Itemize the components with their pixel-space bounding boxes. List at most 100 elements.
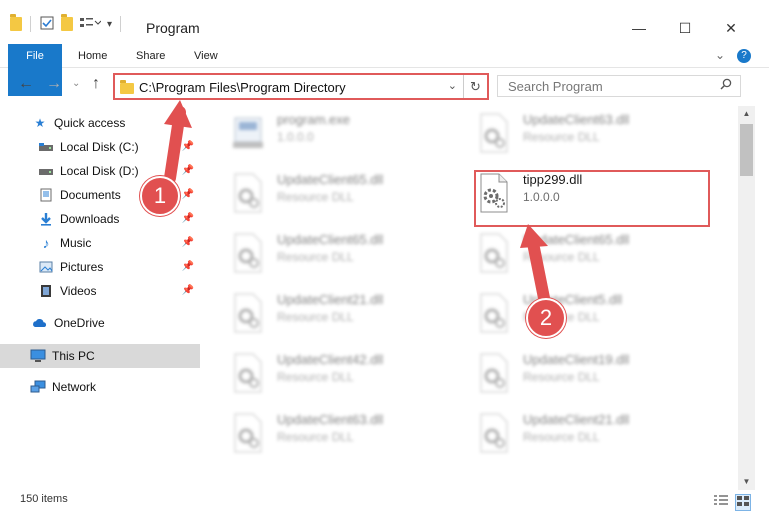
pin-icon[interactable]: 📌 xyxy=(182,285,194,296)
videos-icon xyxy=(38,284,54,298)
address-dropdown-icon[interactable]: ⌄ xyxy=(448,79,457,92)
sidebar-item-pictures[interactable]: Pictures 📌 xyxy=(0,256,200,278)
file-name: program.exe xyxy=(277,112,350,127)
scroll-up-icon[interactable]: ▲ xyxy=(738,106,755,122)
status-bar: 150 items xyxy=(0,490,769,512)
vertical-scrollbar[interactable]: ▲ ▼ xyxy=(738,106,755,490)
file-item[interactable]: program.exe 1.0.0.0 xyxy=(231,106,461,158)
maximize-button[interactable]: ☐ xyxy=(662,16,708,40)
recent-locations-button[interactable]: ⌄ xyxy=(72,78,80,89)
sidebar-item-label: This PC xyxy=(52,349,95,363)
view-toggles xyxy=(713,494,751,511)
exe-file-icon xyxy=(231,112,267,156)
downloads-icon xyxy=(38,212,54,226)
file-subtitle: Resource DLL xyxy=(523,250,600,264)
dll-file-icon xyxy=(231,232,267,276)
up-button[interactable]: ↑ xyxy=(92,75,100,93)
help-icon[interactable]: ? xyxy=(737,49,751,63)
quick-access-toolbar: ▾ xyxy=(10,14,123,34)
cloud-icon xyxy=(32,316,48,330)
computer-icon xyxy=(30,349,46,363)
dll-file-icon xyxy=(231,172,267,216)
step-2-badge: 2 xyxy=(526,298,566,338)
pin-icon[interactable]: 📌 xyxy=(182,189,194,200)
customize-toolbar-icon[interactable] xyxy=(79,15,102,34)
file-item[interactable]: UpdateClient63.dll Resource DLL xyxy=(477,106,707,158)
pin-icon[interactable]: 📌 xyxy=(182,141,194,152)
tab-share[interactable]: Share xyxy=(124,44,177,68)
pin-icon[interactable]: 📌 xyxy=(182,261,194,272)
file-subtitle: Resource DLL xyxy=(277,310,354,324)
sidebar-item-quick-access[interactable]: ★ Quick access xyxy=(0,112,200,134)
large-icons-view-icon[interactable] xyxy=(735,494,751,511)
file-item[interactable]: UpdateClient65.dll Resource DLL xyxy=(477,226,707,278)
sidebar-item-this-pc[interactable]: This PC xyxy=(0,344,200,368)
sidebar-item-onedrive[interactable]: OneDrive xyxy=(0,312,200,334)
dll-file-icon xyxy=(477,232,513,276)
file-subtitle: Resource DLL xyxy=(523,370,600,384)
file-item[interactable]: UpdateClient42.dll Resource DLL xyxy=(231,346,461,398)
toolbar-dropdown-icon[interactable]: ▾ xyxy=(107,19,112,30)
sidebar-item-music[interactable]: ♪ Music 📌 xyxy=(0,232,200,254)
pin-icon[interactable]: 📌 xyxy=(182,165,194,176)
sidebar-item-label: Pictures xyxy=(60,260,104,274)
file-name: UpdateClient63.dll xyxy=(277,412,384,427)
navigation-bar: ← → ⌄ ↑ C:\Program Files\Program Directo… xyxy=(0,70,769,102)
title-bar: ▾ Program — ☐ ✕ xyxy=(0,0,769,40)
tab-view[interactable]: View xyxy=(182,44,230,68)
file-name: UpdateClient65.dll xyxy=(523,232,630,247)
tab-home[interactable]: Home xyxy=(66,44,119,68)
file-subtitle: Resource DLL xyxy=(523,430,600,444)
sidebar-item-label: Downloads xyxy=(60,212,120,226)
sidebar-item-label: Quick access xyxy=(54,116,126,130)
forward-button[interactable]: → xyxy=(46,75,62,93)
pin-icon[interactable]: 📌 xyxy=(182,213,194,224)
dll-file-icon xyxy=(477,292,513,336)
new-folder-icon[interactable] xyxy=(61,14,73,31)
file-name: UpdateClient21.dll xyxy=(277,292,384,307)
close-button[interactable]: ✕ xyxy=(708,16,754,40)
documents-icon xyxy=(38,188,54,202)
expand-ribbon-icon[interactable]: ⌄ xyxy=(715,48,725,62)
folder-icon xyxy=(120,80,134,94)
sidebar-item-label: Videos xyxy=(60,284,97,298)
sidebar-item-local-disk-c[interactable]: Local Disk (C:) 📌 xyxy=(0,136,200,158)
sidebar-item-label: Music xyxy=(60,236,92,250)
drive-icon xyxy=(38,164,54,178)
file-subtitle: Resource DLL xyxy=(277,370,354,384)
sidebar-item-videos[interactable]: Videos 📌 xyxy=(0,280,200,302)
divider xyxy=(30,16,31,32)
pictures-icon xyxy=(38,260,54,274)
drive-icon xyxy=(38,140,54,154)
properties-icon[interactable] xyxy=(39,15,55,34)
file-name: UpdateClient65.dll xyxy=(277,172,384,187)
scroll-thumb[interactable] xyxy=(740,124,753,176)
refresh-button[interactable]: ↻ xyxy=(463,75,487,98)
file-subtitle: Resource DLL xyxy=(277,190,354,204)
scroll-down-icon[interactable]: ▼ xyxy=(738,474,755,490)
details-view-icon[interactable] xyxy=(713,494,729,511)
file-name: UpdateClient19.dll xyxy=(523,352,630,367)
file-item[interactable]: UpdateClient65.dll Resource DLL xyxy=(231,166,461,218)
search-input[interactable]: Search Program xyxy=(497,75,741,97)
dll-file-icon xyxy=(231,292,267,336)
pin-icon[interactable]: 📌 xyxy=(182,237,194,248)
sidebar-item-network[interactable]: Network xyxy=(0,376,200,398)
file-item[interactable]: UpdateClient21.dll Resource DLL xyxy=(231,286,461,338)
file-subtitle: Resource DLL xyxy=(277,250,354,264)
file-name: UpdateClient21.dll xyxy=(523,412,630,427)
sidebar-item-label: Documents xyxy=(60,188,121,202)
search-placeholder: Search Program xyxy=(508,79,603,94)
address-bar[interactable]: C:\Program Files\Program Directory ⌄ ↻ xyxy=(113,73,489,100)
file-item[interactable]: UpdateClient65.dll Resource DLL xyxy=(231,226,461,278)
file-name: UpdateClient42.dll xyxy=(277,352,384,367)
file-item[interactable]: UpdateClient19.dll Resource DLL xyxy=(477,346,707,398)
file-item[interactable]: UpdateClient5.dll Resource DLL xyxy=(477,286,707,338)
dll-file-icon xyxy=(477,352,513,396)
folder-icon xyxy=(10,14,22,31)
file-item[interactable]: UpdateClient21.dll Resource DLL xyxy=(477,406,707,458)
minimize-button[interactable]: — xyxy=(616,16,662,40)
star-icon: ★ xyxy=(34,116,46,130)
back-button[interactable]: ← xyxy=(18,75,34,93)
file-item[interactable]: UpdateClient63.dll Resource DLL xyxy=(231,406,461,458)
